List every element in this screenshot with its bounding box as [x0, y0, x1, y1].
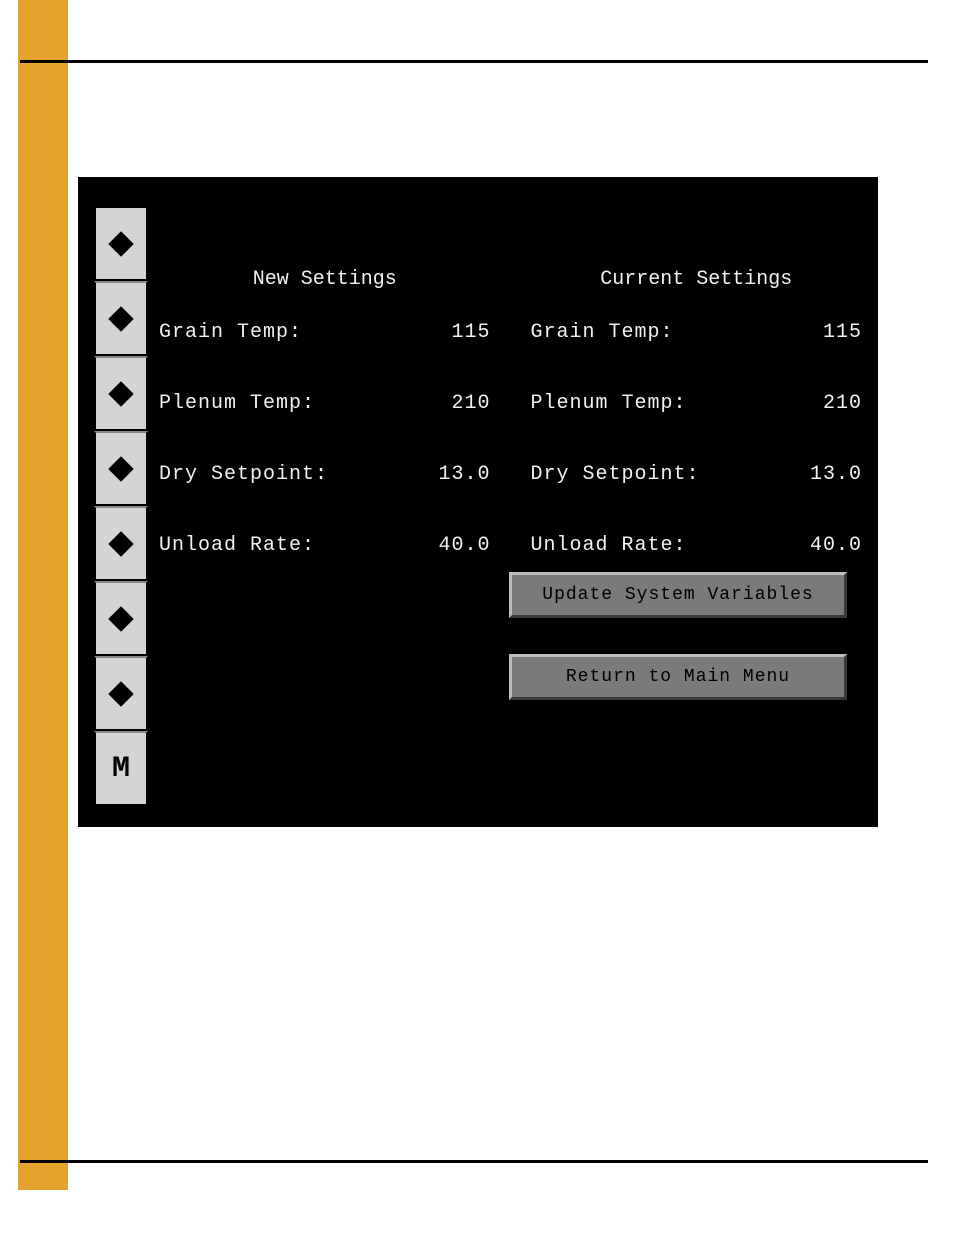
- softkey-2[interactable]: [94, 281, 148, 356]
- grain-temp-value: 115: [823, 321, 862, 344]
- plenum-temp-label: Plenum Temp:: [159, 392, 315, 415]
- diamond-icon: [108, 231, 133, 256]
- grain-temp-value: 115: [451, 321, 490, 344]
- menu-button-label: M: [112, 752, 130, 786]
- softkey-4[interactable]: [94, 431, 148, 506]
- new-settings-column: New Settings Grain Temp: 115 Plenum Temp…: [159, 268, 491, 557]
- dry-setpoint-label: Dry Setpoint:: [531, 463, 700, 486]
- new-settings-header: New Settings: [159, 268, 491, 291]
- button-label: Update System Variables: [542, 585, 813, 605]
- current-settings-header: Current Settings: [531, 268, 863, 291]
- button-label: Return to Main Menu: [566, 667, 790, 687]
- softkey-5[interactable]: [94, 506, 148, 581]
- softkey-6[interactable]: [94, 581, 148, 656]
- grain-temp-label: Grain Temp:: [531, 321, 674, 344]
- accent-stripe: [18, 0, 68, 1190]
- content-area: New Settings Grain Temp: 115 Plenum Temp…: [159, 268, 862, 557]
- diamond-icon: [108, 681, 133, 706]
- diamond-icon: [108, 381, 133, 406]
- plenum-temp-label: Plenum Temp:: [531, 392, 687, 415]
- unload-rate-value: 40.0: [438, 534, 490, 557]
- terminal-panel: M New Settings Grain Temp: 115 Plenum Te…: [78, 177, 878, 827]
- softkey-7[interactable]: [94, 656, 148, 731]
- menu-button[interactable]: M: [94, 731, 148, 806]
- diamond-icon: [108, 456, 133, 481]
- unload-rate-value: 40.0: [810, 534, 862, 557]
- divider-top: [20, 60, 928, 63]
- dry-setpoint-value: 13.0: [438, 463, 490, 486]
- dry-setpoint-value: 13.0: [810, 463, 862, 486]
- current-settings-column: Current Settings Grain Temp: 115 Plenum …: [531, 268, 863, 557]
- return-to-main-menu-button[interactable]: Return to Main Menu: [509, 654, 847, 700]
- divider-bottom: [20, 1160, 928, 1163]
- softkey-1[interactable]: [94, 206, 148, 281]
- plenum-temp-value: 210: [451, 392, 490, 415]
- update-system-variables-button[interactable]: Update System Variables: [509, 572, 847, 618]
- plenum-temp-value: 210: [823, 392, 862, 415]
- unload-rate-label: Unload Rate:: [531, 534, 687, 557]
- diamond-icon: [108, 531, 133, 556]
- dry-setpoint-label: Dry Setpoint:: [159, 463, 328, 486]
- side-button-group: M: [94, 206, 148, 806]
- softkey-3[interactable]: [94, 356, 148, 431]
- grain-temp-label: Grain Temp:: [159, 321, 302, 344]
- diamond-icon: [108, 306, 133, 331]
- unload-rate-label: Unload Rate:: [159, 534, 315, 557]
- diamond-icon: [108, 606, 133, 631]
